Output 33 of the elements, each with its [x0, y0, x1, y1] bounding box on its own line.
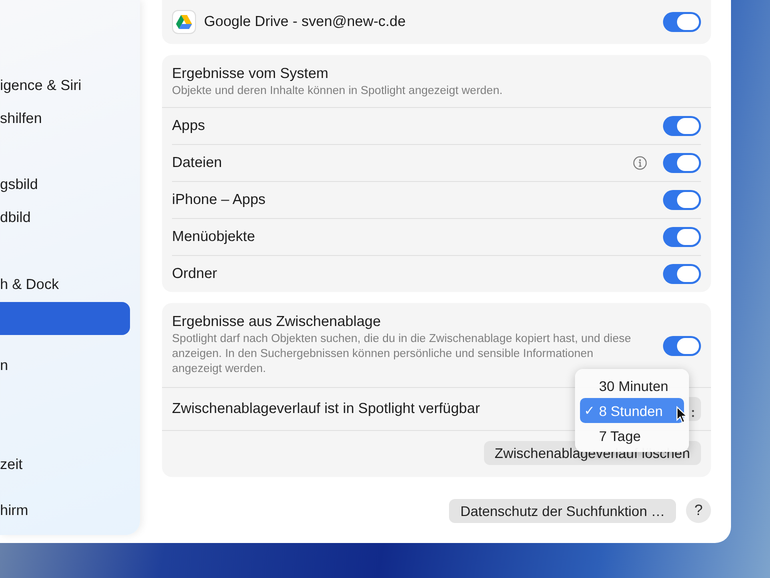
option-label: 8 Stunden: [599, 402, 663, 418]
check-mark: ✓: [583, 402, 596, 418]
triangle-logo-icon: [172, 10, 196, 34]
sidebar-item[interactable]: shilfen: [0, 103, 130, 136]
sidebar-item[interactable]: h & Dock: [0, 269, 130, 302]
setting-label: Dateien: [172, 155, 223, 171]
setting-label: Menüobjekte: [172, 229, 256, 245]
sidebar-item[interactable]: gsbild: [0, 169, 130, 202]
toggle-switch[interactable]: [663, 336, 701, 356]
setting-label: Zwischenablageverlauf ist in Spotlight verfügbar: [172, 401, 480, 417]
setting-label: Ordner: [172, 266, 218, 282]
sidebar-item[interactable]: dbild: [0, 202, 130, 235]
sidebar-item[interactable]: n: [0, 350, 130, 383]
info-icon[interactable]: [633, 156, 647, 170]
help-button[interactable]: ?: [686, 498, 711, 523]
section-description: Objekte und deren Inhalte können in Spotlight angezeigt werden.: [172, 84, 504, 99]
option-label: 7 Tage: [599, 428, 641, 444]
section-title: Ergebnisse aus Zwischenablage: [172, 314, 382, 330]
privacy-button[interactable]: Datenschutz der Suchfunktion …: [449, 498, 676, 522]
toggle-switch[interactable]: [663, 153, 701, 173]
option-label: 30 Minuten: [599, 378, 668, 394]
sidebar-item[interactable]: igence & Siri: [0, 70, 130, 103]
sidebar-item[interactable]: zeit: [0, 449, 130, 482]
account-label: Google Drive - sven@new-c.de: [204, 14, 407, 30]
toggle-switch[interactable]: [663, 12, 701, 32]
toggle-switch[interactable]: [663, 264, 701, 284]
setting-label: Apps: [172, 118, 206, 134]
toggle-switch[interactable]: [663, 227, 701, 247]
setting-label: iPhone – Apps: [172, 192, 267, 208]
section-title: Ergebnisse vom System: [172, 66, 330, 82]
sidebar-item[interactable]: hirm: [0, 495, 130, 528]
toggle-switch[interactable]: [663, 190, 701, 210]
toggle-switch[interactable]: [663, 116, 701, 136]
